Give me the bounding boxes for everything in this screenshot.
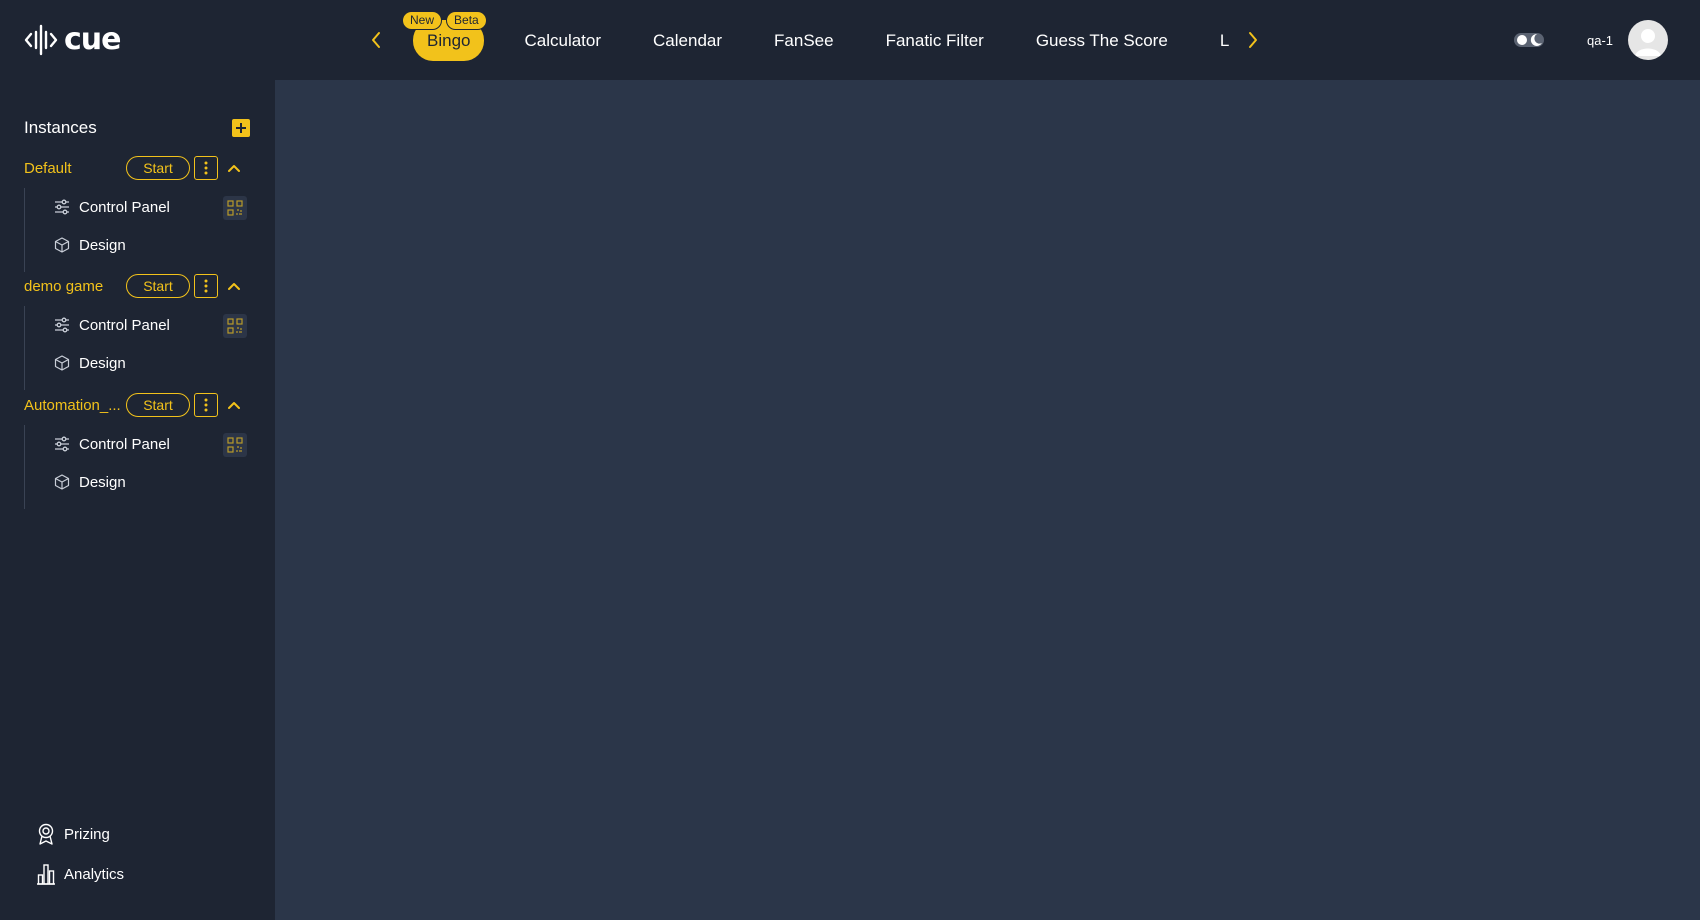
child-label: Design bbox=[79, 473, 126, 491]
cube-icon bbox=[53, 236, 71, 254]
sidebar-bottom-nav: Prizing Analytics bbox=[36, 814, 124, 894]
instance-children: Control Panel Design bbox=[24, 306, 275, 390]
collapse-button[interactable] bbox=[224, 158, 244, 178]
start-button[interactable]: Start bbox=[126, 156, 190, 180]
sliders-icon bbox=[53, 435, 71, 453]
collapse-button[interactable] bbox=[224, 276, 244, 296]
tab-label: Lig bbox=[1219, 30, 1230, 50]
sidebar-item-label: Analytics bbox=[64, 865, 125, 883]
tab-fansee[interactable]: FanSee bbox=[774, 32, 834, 49]
award-icon bbox=[38, 823, 54, 845]
instance-children: Control Panel Design bbox=[24, 188, 275, 272]
kebab-menu-icon bbox=[204, 279, 208, 293]
tab-calendar[interactable]: Calendar bbox=[653, 32, 722, 49]
sidebar: Instances Default Start Control Panel De… bbox=[0, 80, 275, 920]
tab-badges: New Beta bbox=[402, 10, 487, 30]
instance-name[interactable]: demo game bbox=[24, 278, 122, 295]
instance-group: Default Start Control Panel Design bbox=[0, 154, 275, 272]
cube-icon bbox=[53, 354, 71, 372]
tab-lig[interactable]: Lig bbox=[1220, 32, 1230, 49]
tab-fanatic-filter[interactable]: Fanatic Filter bbox=[886, 32, 984, 49]
more-options-button[interactable] bbox=[194, 393, 218, 417]
tab-calculator[interactable]: Calculator bbox=[524, 32, 601, 49]
design-link[interactable]: Design bbox=[25, 344, 275, 382]
new-badge: New bbox=[402, 10, 443, 30]
tab-bingo[interactable]: New Beta Bingo bbox=[402, 10, 487, 61]
cue-logo[interactable]: cue bbox=[24, 20, 121, 60]
sidebar-item-label: Prizing bbox=[64, 825, 110, 843]
tab-label: FanSee bbox=[774, 30, 834, 50]
start-button[interactable]: Start bbox=[126, 274, 190, 298]
sidebar-item-prizing[interactable]: Prizing bbox=[36, 814, 124, 854]
instance-name[interactable]: Default bbox=[24, 160, 122, 177]
start-button[interactable]: Start bbox=[126, 393, 190, 417]
instance-children: Control Panel Design bbox=[24, 425, 275, 509]
main-content bbox=[275, 80, 1700, 920]
instance-row: Default Start bbox=[0, 154, 275, 182]
instance-row: demo game Start bbox=[0, 272, 275, 300]
tab-label: Bingo bbox=[427, 30, 471, 50]
beta-badge: Beta bbox=[446, 10, 487, 30]
more-options-button[interactable] bbox=[194, 274, 218, 298]
sidebar-item-analytics[interactable]: Analytics bbox=[36, 854, 124, 894]
sliders-icon bbox=[53, 198, 71, 216]
chevron-up-icon bbox=[228, 165, 240, 172]
moon-toggle-icon bbox=[1514, 33, 1544, 47]
tabs-next-button[interactable] bbox=[1240, 26, 1266, 54]
design-link[interactable]: Design bbox=[25, 463, 275, 501]
qr-code-button[interactable] bbox=[223, 196, 247, 220]
instance-row: Automation_... Start bbox=[0, 391, 275, 419]
chevron-left-icon bbox=[372, 32, 380, 48]
tab-label: Calendar bbox=[653, 30, 723, 50]
tab-label: Calculator bbox=[524, 30, 602, 50]
qr-code-button[interactable] bbox=[223, 314, 247, 338]
waveform-logo-icon bbox=[24, 24, 58, 56]
instances-title: Instances bbox=[24, 118, 97, 137]
chevron-up-icon bbox=[228, 402, 240, 409]
instance-group: Automation_... Start Control Panel Desig… bbox=[0, 391, 275, 509]
instance-group: demo game Start Control Panel Design bbox=[0, 272, 275, 390]
child-label: Design bbox=[79, 354, 126, 372]
control-panel-link[interactable]: Control Panel bbox=[25, 425, 275, 463]
kebab-menu-icon bbox=[204, 398, 208, 412]
qr-code-icon bbox=[227, 437, 243, 453]
child-label: Control Panel bbox=[79, 435, 170, 453]
sliders-icon bbox=[53, 316, 71, 334]
control-panel-link[interactable]: Control Panel bbox=[25, 306, 275, 344]
tabs-prev-button[interactable] bbox=[363, 26, 389, 54]
instances-header: Instances bbox=[24, 116, 250, 140]
username-label: qa-1 bbox=[1587, 33, 1614, 48]
tab-label: Fanatic Filter bbox=[885, 30, 984, 50]
user-avatar-icon bbox=[1635, 29, 1661, 56]
child-label: Control Panel bbox=[79, 316, 170, 334]
chevron-up-icon bbox=[228, 283, 240, 290]
cube-icon bbox=[53, 473, 71, 491]
child-label: Design bbox=[79, 236, 126, 254]
logo-text: cue bbox=[64, 22, 121, 57]
qr-code-icon bbox=[227, 318, 243, 334]
instance-name[interactable]: Automation_... bbox=[24, 397, 122, 414]
child-label: Control Panel bbox=[79, 198, 170, 216]
chevron-right-icon bbox=[1249, 32, 1257, 48]
app-root: cue New Beta Bingo Calculator Calendar F… bbox=[0, 0, 1700, 920]
tab-guess-the-score[interactable]: Guess The Score bbox=[1036, 32, 1168, 49]
kebab-menu-icon bbox=[204, 161, 208, 175]
collapse-button[interactable] bbox=[224, 395, 244, 415]
tab-label: Guess The Score bbox=[1035, 30, 1168, 50]
qr-code-button[interactable] bbox=[223, 433, 247, 457]
add-instance-button[interactable] bbox=[232, 119, 250, 137]
control-panel-link[interactable]: Control Panel bbox=[25, 188, 275, 226]
top-bar: cue New Beta Bingo Calculator Calendar F… bbox=[0, 0, 1700, 80]
theme-toggle[interactable] bbox=[1513, 28, 1545, 52]
more-options-button[interactable] bbox=[194, 156, 218, 180]
avatar[interactable] bbox=[1628, 20, 1668, 60]
plus-icon bbox=[236, 123, 246, 133]
qr-code-icon bbox=[227, 200, 243, 216]
design-link[interactable]: Design bbox=[25, 226, 275, 264]
bar-chart-icon bbox=[37, 864, 55, 885]
app-tabs: New Beta Bingo Calculator Calendar FanSe… bbox=[400, 0, 1230, 80]
